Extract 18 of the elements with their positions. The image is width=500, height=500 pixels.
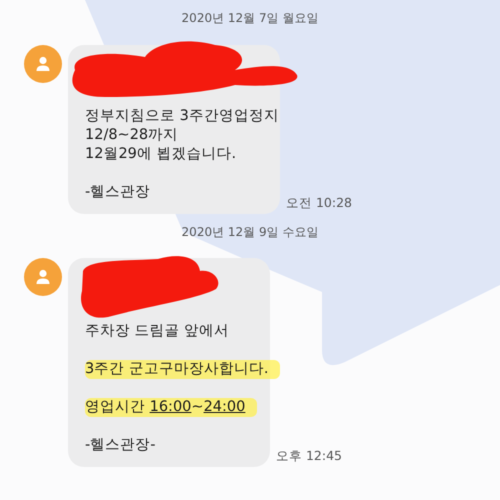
message-line: 12월29에 뵙겠습니다. [85, 145, 236, 164]
message-time: 오전 10:28 [286, 195, 352, 212]
time-link[interactable]: 24:00 [204, 399, 246, 415]
message-line: 정부지침으로 3주간영업정지 [85, 107, 279, 126]
message-line: 영업시간 16:00~24:00 [85, 398, 258, 417]
date-divider: 2020년 12월 7일 월요일 [182, 10, 318, 26]
date-divider: 2020년 12월 9일 수요일 [182, 224, 318, 240]
person-icon [35, 269, 51, 285]
message-time: 오후 12:45 [276, 448, 342, 465]
person-icon [35, 56, 51, 72]
avatar[interactable] [24, 45, 62, 83]
avatar[interactable] [24, 258, 62, 296]
message-line: 3주간 군고구마장사합니다. [85, 360, 280, 379]
message-line: -헬스관장- [85, 436, 156, 455]
message-line: -헬스관장 [85, 183, 150, 202]
message-line: 12/8~28까지 [85, 126, 178, 145]
time-link[interactable]: 16:00 [150, 399, 192, 415]
message-line: 주차장 드림골 앞에서 [85, 322, 230, 341]
